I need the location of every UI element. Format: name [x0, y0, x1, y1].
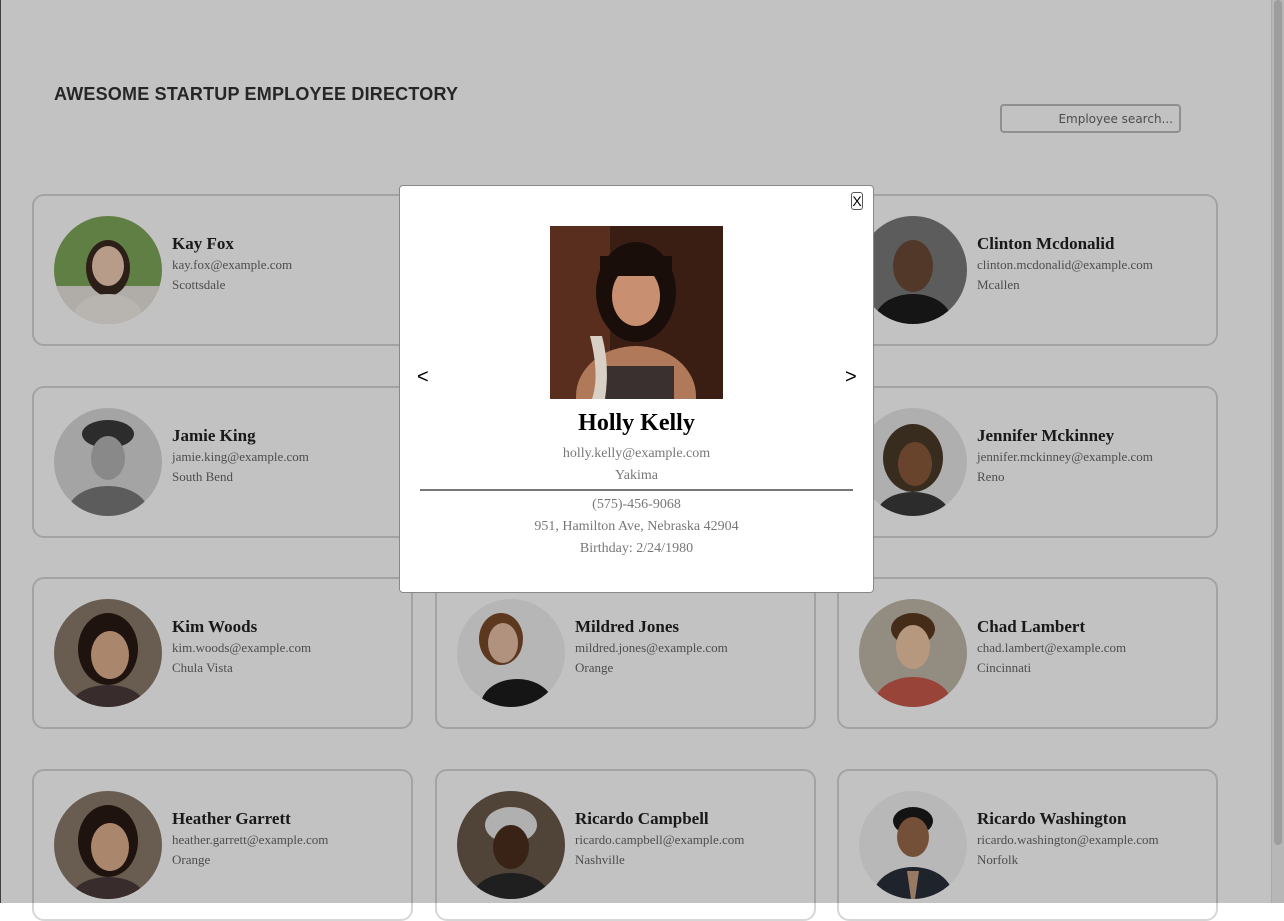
modal-divider — [420, 489, 853, 491]
employee-photo — [550, 226, 723, 399]
next-employee-button[interactable]: > — [845, 366, 857, 389]
modal-employee-birthday: Birthday: 2/24/1980 — [579, 541, 694, 556]
close-button[interactable]: X — [851, 192, 863, 210]
modal-employee-city: Yakima — [615, 468, 658, 483]
modal-employee-address: 951, Hamilton Ave, Nebraska 42904 — [534, 519, 739, 534]
modal-employee-phone: (575)-456-9068 — [592, 497, 681, 512]
modal-employee-name: Holly Kelly — [578, 410, 695, 436]
employee-modal: X < > Holly Kelly holly.kelly@example.co… — [399, 185, 874, 593]
previous-employee-button[interactable]: < — [417, 366, 429, 389]
modal-employee-email: holly.kelly@example.com — [562, 446, 711, 461]
